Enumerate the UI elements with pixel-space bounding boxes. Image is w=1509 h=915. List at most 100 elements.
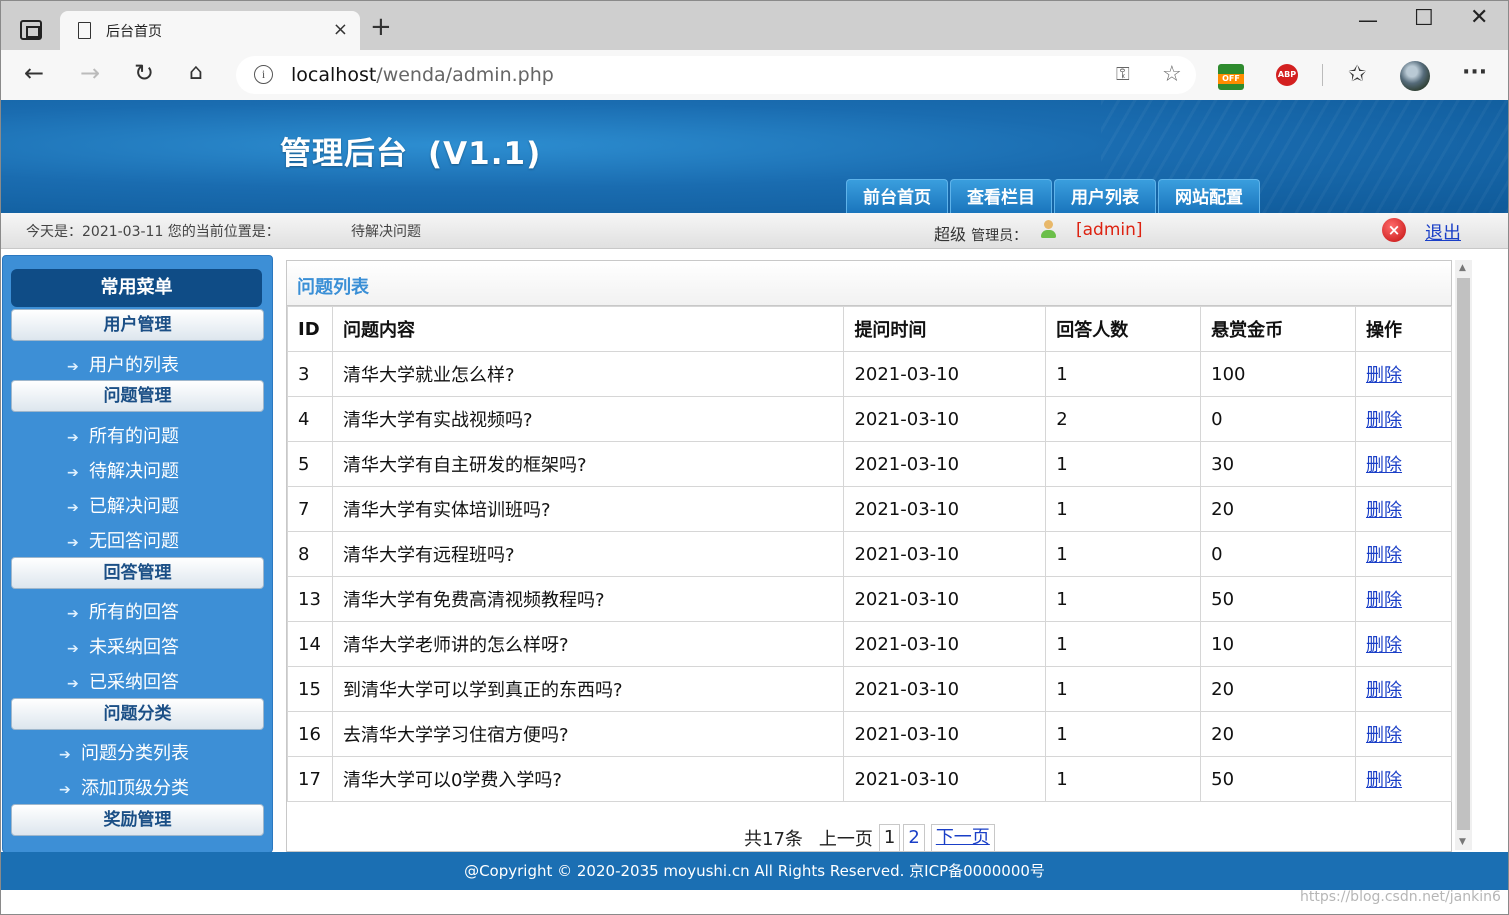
- cell-id: 5: [298, 453, 310, 475]
- logout-link[interactable]: 退出: [1425, 219, 1461, 245]
- window-close-icon[interactable]: ✕: [1470, 5, 1488, 30]
- sidebar-group-user-management[interactable]: 用户管理: [11, 309, 264, 341]
- footer: @Copyright © 2020-2035 moyushi.cn All Ri…: [1, 852, 1508, 890]
- more-icon[interactable]: ···: [1462, 60, 1487, 85]
- arrow-right-icon: ➔: [67, 500, 79, 516]
- table-row: 17 清华大学可以0学费入学吗? 2021-03-10 1 50 删除: [287, 756, 1452, 802]
- nav-user-list[interactable]: 用户列表: [1054, 179, 1156, 213]
- sidebar-group-reward-management[interactable]: 奖励管理: [11, 804, 264, 836]
- cell-question: 清华大学有实体培训班吗?: [342, 500, 551, 521]
- delete-link[interactable]: 删除: [1366, 770, 1402, 791]
- sidebar-item-add-top-category[interactable]: ➔ 添加顶级分类: [59, 776, 189, 802]
- table-row: 13 清华大学有免费高清视频教程吗? 2021-03-10 1 50 删除: [287, 576, 1452, 622]
- scroll-up-icon[interactable]: ▲: [1459, 263, 1466, 273]
- delete-link[interactable]: 删除: [1366, 410, 1402, 431]
- cell-question: 去清华大学学习住宿方便吗?: [342, 725, 569, 746]
- cell-id: 8: [298, 543, 310, 565]
- sidebar-item-pending-questions[interactable]: ➔ 待解决问题: [67, 459, 179, 485]
- sidebar-group-answer-management[interactable]: 回答管理: [11, 557, 264, 589]
- cell-reward: 20: [1211, 678, 1235, 700]
- table-cell: 100: [1200, 351, 1357, 397]
- scroll-down-icon[interactable]: ▼: [1459, 837, 1466, 847]
- add-favorite-icon[interactable]: ☆: [1162, 62, 1182, 87]
- address-bar[interactable]: i localhost/wenda/admin.php ⚿ ☆: [236, 56, 1196, 94]
- table-cell: 17: [287, 756, 333, 802]
- table-cell: 16: [287, 711, 333, 757]
- delete-link[interactable]: 删除: [1366, 365, 1402, 386]
- arrow-right-icon: ➔: [59, 747, 71, 763]
- sidebar-item-unadopted-answers[interactable]: ➔ 未采纳回答: [67, 635, 179, 661]
- nav-site-config[interactable]: 网站配置: [1158, 179, 1260, 213]
- cell-answers: 1: [1056, 498, 1068, 520]
- browser-tab[interactable]: 后台首页 ×: [60, 11, 360, 50]
- panel-header: 问题列表: [287, 261, 1451, 306]
- column-header: 提问时间: [843, 306, 1047, 352]
- table-cell: 删除: [1355, 441, 1452, 487]
- user-icon: [1040, 220, 1056, 240]
- forward-icon[interactable]: →: [80, 61, 100, 85]
- nav-frontend-home[interactable]: 前台首页: [846, 179, 948, 213]
- tab-actions-icon[interactable]: [20, 20, 42, 40]
- pager-next[interactable]: 下一页: [930, 824, 995, 852]
- pager-page-link[interactable]: 2: [903, 824, 925, 852]
- cell-question: 清华大学有实战视频吗?: [342, 410, 533, 431]
- profile-avatar[interactable]: [1400, 61, 1430, 91]
- delete-link[interactable]: 删除: [1366, 680, 1402, 701]
- tab-close-icon[interactable]: ×: [333, 19, 348, 40]
- table-row: 3 清华大学就业怎么样? 2021-03-10 1 100 删除: [287, 351, 1452, 397]
- sidebar-item-all-answers[interactable]: ➔ 所有的回答: [67, 600, 179, 626]
- table-cell: 删除: [1355, 711, 1452, 757]
- cell-question: 清华大学老师讲的怎么样呀?: [342, 635, 569, 656]
- delete-link[interactable]: 删除: [1366, 500, 1402, 521]
- cell-id: 14: [298, 633, 321, 655]
- table-cell: 14: [287, 621, 333, 667]
- table-cell: 删除: [1355, 396, 1452, 442]
- table-cell: 1: [1045, 486, 1202, 532]
- favorites-icon[interactable]: ✩: [1348, 62, 1366, 87]
- url-text[interactable]: localhost/wenda/admin.php: [291, 64, 554, 86]
- sidebar-item-unanswered-questions[interactable]: ➔ 无回答问题: [67, 529, 179, 555]
- info-icon[interactable]: i: [254, 65, 273, 84]
- cell-id: 17: [298, 768, 321, 790]
- table-cell: 2021-03-10: [843, 711, 1047, 757]
- key-icon[interactable]: ⚿: [1116, 64, 1130, 85]
- bottom-strip: [1, 890, 1508, 915]
- sidebar-item-category-list[interactable]: ➔ 问题分类列表: [59, 741, 189, 767]
- cell-reward: 0: [1211, 408, 1223, 430]
- sidebar-item-adopted-answers[interactable]: ➔ 已采纳回答: [67, 670, 179, 696]
- adblock-icon[interactable]: ABP: [1276, 64, 1298, 86]
- arrow-right-icon: ➔: [67, 430, 79, 446]
- nav-view-columns[interactable]: 查看栏目: [950, 179, 1052, 213]
- table-row: 5 清华大学有自主研发的框架吗? 2021-03-10 1 30 删除: [287, 441, 1452, 487]
- new-tab-button[interactable]: +: [370, 14, 392, 40]
- home-icon[interactable]: ⌂: [189, 62, 203, 84]
- table-cell: 清华大学可以0学费入学吗?: [331, 756, 845, 802]
- sidebar-item-user-list[interactable]: ➔ 用户的列表: [67, 353, 179, 379]
- delete-link[interactable]: 删除: [1366, 455, 1402, 476]
- delete-link[interactable]: 删除: [1366, 635, 1402, 656]
- back-icon[interactable]: ←: [24, 61, 44, 85]
- table-cell: 删除: [1355, 666, 1452, 712]
- table-cell: 2021-03-10: [843, 531, 1047, 577]
- cell-reward: 10: [1211, 633, 1235, 655]
- maximize-icon[interactable]: ☐: [1414, 6, 1434, 31]
- refresh-icon[interactable]: ↻: [134, 61, 154, 85]
- vertical-scrollbar[interactable]: ▲ ▼: [1455, 260, 1472, 850]
- extension-off-icon[interactable]: OFF: [1218, 64, 1244, 90]
- arrow-right-icon: ➔: [59, 782, 71, 798]
- delete-link[interactable]: 删除: [1366, 545, 1402, 566]
- pager-page-current: 1: [878, 824, 901, 852]
- sidebar-group-question-categories[interactable]: 问题分类: [11, 698, 264, 730]
- sidebar-item-solved-questions[interactable]: ➔ 已解决问题: [67, 494, 179, 520]
- cell-answers: 2: [1056, 408, 1068, 430]
- scrollbar-thumb[interactable]: [1457, 278, 1470, 830]
- cell-id: 7: [298, 498, 310, 520]
- sidebar-item-all-questions[interactable]: ➔ 所有的问题: [67, 424, 179, 450]
- table-cell: 3: [287, 351, 333, 397]
- delete-link[interactable]: 删除: [1366, 590, 1402, 611]
- cell-time: 2021-03-10: [854, 363, 960, 385]
- delete-link[interactable]: 删除: [1366, 725, 1402, 746]
- minimize-icon[interactable]: —: [1358, 8, 1378, 32]
- sidebar-group-question-management[interactable]: 问题管理: [11, 380, 264, 412]
- logout-icon[interactable]: ×: [1382, 218, 1406, 242]
